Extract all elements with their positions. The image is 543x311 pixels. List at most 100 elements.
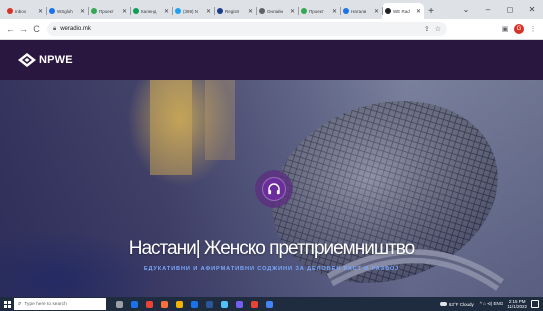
minimize-button[interactable]: – (477, 0, 499, 19)
tab-favicon-icon (7, 8, 13, 14)
browser-tab[interactable]: Онлайн ✕ (256, 3, 298, 19)
notification-center-icon[interactable] (531, 300, 539, 308)
taskbar-search-box[interactable]: ⌕ Type here to search (14, 298, 106, 310)
browser-tab[interactable]: Inbox ✕ (4, 3, 46, 19)
tab-favicon-icon (301, 8, 307, 14)
tab-favicon-icon (343, 8, 349, 14)
lock-icon: 🔒︎ (53, 25, 57, 32)
hero-title: Настани| Женско претприемништво (128, 238, 416, 259)
browser-toolbar: ← → C 🔒︎ weradio.mk ⇪ ☆ ▣ G ⋮ (0, 19, 543, 40)
site-logo[interactable]: NPWE (18, 53, 73, 67)
browser-tab[interactable]: Календ ✕ (130, 3, 172, 19)
browser-tab-strip: Inbox ✕ WSgloh ✕ Проект ✕ Календ ✕ (389) N ✕ Regis… (0, 0, 543, 19)
site-header: NPWE (0, 40, 543, 80)
system-tray: 63°F Cloudy ^ ⌂ ⊲) ENG 2:15 PM 11/1/2022 (439, 299, 543, 309)
tab-close-icon[interactable]: ✕ (248, 8, 253, 15)
tab-close-icon[interactable]: ✕ (374, 8, 379, 15)
tab-close-icon[interactable]: ✕ (416, 8, 421, 15)
tab-close-icon[interactable]: ✕ (164, 8, 169, 15)
forward-button[interactable]: → (17, 23, 30, 36)
share-icon[interactable]: ⇪ (424, 25, 430, 33)
bookmark-star-icon[interactable]: ☆ (435, 25, 441, 33)
taskbar-app-edge[interactable] (127, 298, 141, 310)
tab-favicon-icon (49, 8, 55, 14)
profile-avatar[interactable]: G (514, 24, 524, 34)
tab-close-icon[interactable]: ✕ (332, 8, 337, 15)
taskbar-app-firefox[interactable] (157, 298, 171, 310)
tab-label: Онлайн (267, 8, 284, 14)
tab-close-icon[interactable]: ✕ (122, 8, 127, 15)
tab-favicon-icon (385, 8, 391, 14)
windows-start-button[interactable] (0, 297, 14, 311)
search-icon: ⌕ (18, 300, 22, 307)
tab-close-icon[interactable]: ✕ (38, 8, 43, 15)
mail-icon (190, 300, 198, 308)
tab-favicon-icon (91, 8, 97, 14)
taskbar-app-mail[interactable] (187, 298, 201, 310)
taskbar-app-explorer[interactable] (172, 298, 186, 310)
headphones-icon (262, 177, 286, 201)
hero-subtitle: ЕДУКАТИВНИ И АФИРМАТИВНИ СОДЖИНИ ЗА ДЕЛО… (143, 266, 400, 272)
npwe-diamond-logo-icon (18, 53, 36, 67)
taskbar-app-photos[interactable] (262, 298, 276, 310)
tab-favicon-icon (217, 8, 223, 14)
close-window-button[interactable]: ✕ (521, 0, 543, 19)
tab-search-chevron-icon[interactable]: ⌄ (455, 0, 477, 19)
back-button[interactable]: ← (4, 23, 17, 36)
tab-label: WSgloh (57, 8, 73, 14)
web-page: NPWE Настани| Женско претприемништво ЕДУ… (0, 40, 543, 297)
tab-favicon-icon (175, 8, 181, 14)
tab-favicon-icon (133, 8, 139, 14)
tab-close-icon[interactable]: ✕ (290, 8, 295, 15)
browser-tab[interactable]: Проект ✕ (298, 3, 340, 19)
word-icon (205, 300, 213, 308)
taskbar-app-task-view[interactable] (112, 298, 126, 310)
audio-play-button[interactable] (255, 170, 293, 208)
cloud-icon (439, 302, 447, 306)
browser-tab[interactable]: Натали ✕ (340, 3, 382, 19)
url-text[interactable]: weradio.mk (60, 26, 419, 32)
logo-text: NPWE (39, 54, 73, 66)
tab-close-icon[interactable]: ✕ (206, 8, 211, 15)
taskbar-pinned-apps (112, 298, 277, 310)
taskbar-search-placeholder: Type here to search (24, 301, 67, 307)
tab-label: Inbox (15, 8, 27, 14)
address-bar[interactable]: 🔒︎ weradio.mk ⇪ ☆ (47, 22, 447, 36)
tab-label: Календ (141, 8, 157, 14)
weather-widget[interactable]: 63°F Cloudy (439, 301, 474, 307)
clock[interactable]: 2:15 PM 11/1/2022 (507, 299, 527, 309)
reload-button[interactable]: C (30, 23, 43, 36)
browser-tab[interactable]: Проект ✕ (88, 3, 130, 19)
edge-icon (130, 300, 138, 308)
side-panel-icon[interactable]: ▣ (499, 23, 511, 35)
chrome-2-icon (250, 300, 258, 308)
browser-tab[interactable]: Registr ✕ (214, 3, 256, 19)
photos-icon (265, 300, 273, 308)
taskbar-app-viber[interactable] (232, 298, 246, 310)
tab-label: (389) N (183, 8, 199, 14)
browser-tab[interactable]: WSgloh ✕ (46, 3, 88, 19)
firefox-icon (160, 300, 168, 308)
viber-icon (235, 300, 243, 308)
tab-label: WE Rad (393, 8, 410, 14)
tab-label: Registr (225, 8, 240, 14)
taskbar-app-word[interactable] (202, 298, 216, 310)
maximize-button[interactable]: ◻ (499, 0, 521, 19)
browser-tab[interactable]: (389) N ✕ (172, 3, 214, 19)
files-icon (220, 300, 228, 308)
menu-kebab-icon[interactable]: ⋮ (527, 23, 539, 35)
taskbar-app-chrome-2[interactable] (247, 298, 261, 310)
toolbar-actions: ▣ G ⋮ (496, 23, 539, 35)
tray-icons[interactable]: ^ ⌂ ⊲) ENG (480, 301, 504, 307)
task-view-icon (115, 300, 123, 308)
tab-close-icon[interactable]: ✕ (80, 8, 85, 15)
taskbar-app-files[interactable] (217, 298, 231, 310)
tab-label: Проект (309, 8, 324, 14)
hero-banner: Настани| Женско претприемништво ЕДУКАТИВ… (0, 80, 543, 297)
browser-tab[interactable]: WE Rad ✕ (382, 3, 424, 19)
windows-taskbar: ⌕ Type here to search 63°F Cloudy ^ ⌂ ⊲)… (0, 297, 543, 311)
window-controls: ⌄ – ◻ ✕ (455, 0, 543, 19)
new-tab-button[interactable]: + (424, 3, 438, 19)
taskbar-app-chrome[interactable] (142, 298, 156, 310)
weather-text: 63°F Cloudy (448, 301, 474, 307)
